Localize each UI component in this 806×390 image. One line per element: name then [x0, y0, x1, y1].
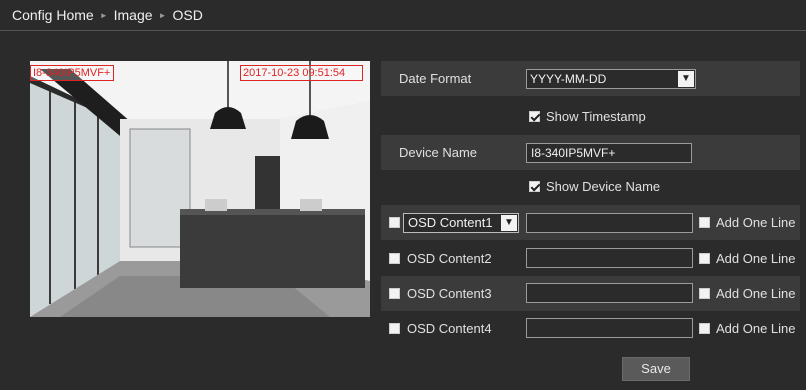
add-one-line-label: Add One Line [716, 321, 796, 336]
osd-content2-row: OSD Content2 Add One Line [381, 241, 800, 276]
osd-content2-checkbox[interactable] [389, 253, 400, 264]
osd-content4-add-one-line[interactable]: Add One Line [699, 321, 796, 336]
osd-content3-input[interactable] [526, 283, 693, 303]
show-device-name-label: Show Device Name [546, 179, 661, 194]
osd-content3-label: OSD Content3 [407, 286, 492, 301]
osd-content1-input[interactable] [526, 213, 693, 233]
add-one-line-checkbox[interactable] [699, 323, 710, 334]
osd-timestamp-overlay[interactable]: 2017-10-23 09:51:54 [240, 65, 363, 81]
show-device-name-option[interactable]: Show Device Name [529, 179, 660, 194]
breadcrumb-separator-icon: ► [99, 10, 108, 20]
osd-content3-row: OSD Content3 Add One Line [381, 276, 800, 311]
osd-content3-add-one-line[interactable]: Add One Line [699, 286, 796, 301]
add-one-line-checkbox[interactable] [699, 288, 710, 299]
date-format-label: Date Format [399, 71, 472, 86]
show-timestamp-label: Show Timestamp [546, 109, 646, 124]
osd-content2-input[interactable] [526, 248, 693, 268]
date-format-select[interactable]: YYYY-MM-DD ▼ [526, 68, 696, 89]
add-one-line-checkbox[interactable] [699, 217, 710, 228]
show-timestamp-checkbox[interactable] [529, 111, 540, 122]
add-one-line-label: Add One Line [716, 215, 796, 230]
osd-content1-add-one-line[interactable]: Add One Line [699, 215, 796, 230]
device-name-input[interactable]: I8-340IP5MVF+ [526, 142, 692, 163]
osd-content3-checkbox[interactable] [389, 288, 400, 299]
show-timestamp-row: Show Timestamp [381, 99, 800, 134]
device-name-row: Device Name I8-340IP5MVF+ [381, 135, 800, 170]
office-scene-image [30, 61, 370, 317]
date-format-row: Date Format YYYY-MM-DD ▼ [381, 61, 800, 96]
osd-content2-add-one-line[interactable]: Add One Line [699, 251, 796, 266]
date-format-value: YYYY-MM-DD [530, 71, 607, 86]
osd-content4-input[interactable] [526, 318, 693, 338]
breadcrumb-image[interactable]: Image [114, 7, 153, 23]
add-one-line-label: Add One Line [716, 251, 796, 266]
chevron-down-icon: ▼ [501, 214, 517, 231]
osd-content2-label: OSD Content2 [407, 251, 492, 266]
breadcrumb-osd: OSD [172, 7, 203, 23]
add-one-line-checkbox[interactable] [699, 253, 710, 264]
breadcrumb: Config Home ► Image ► OSD [0, 0, 806, 31]
save-button[interactable]: Save [622, 357, 690, 381]
show-device-name-checkbox[interactable] [529, 181, 540, 192]
camera-preview: I8-340IP5MVF+ 2017-10-23 09:51:54 [30, 61, 370, 317]
device-name-label: Device Name [399, 145, 478, 160]
osd-content4-checkbox[interactable] [389, 323, 400, 334]
osd-content4-label: OSD Content4 [407, 321, 492, 336]
show-device-name-row: Show Device Name [381, 169, 800, 204]
osd-content1-checkbox[interactable] [389, 217, 400, 228]
osd-device-name-overlay[interactable]: I8-340IP5MVF+ [30, 65, 114, 81]
breadcrumb-config-home[interactable]: Config Home [12, 7, 94, 23]
osd-content1-row: OSD Content1 ▼ Add One Line [381, 205, 800, 240]
osd-content4-row: OSD Content4 Add One Line [381, 311, 800, 346]
chevron-down-icon: ▼ [678, 70, 694, 87]
osd-content1-select[interactable]: OSD Content1 ▼ [403, 212, 519, 233]
add-one-line-label: Add One Line [716, 286, 796, 301]
breadcrumb-separator-icon: ► [158, 10, 167, 20]
osd-content1-label: OSD Content1 [408, 214, 493, 230]
show-timestamp-option[interactable]: Show Timestamp [529, 109, 646, 124]
